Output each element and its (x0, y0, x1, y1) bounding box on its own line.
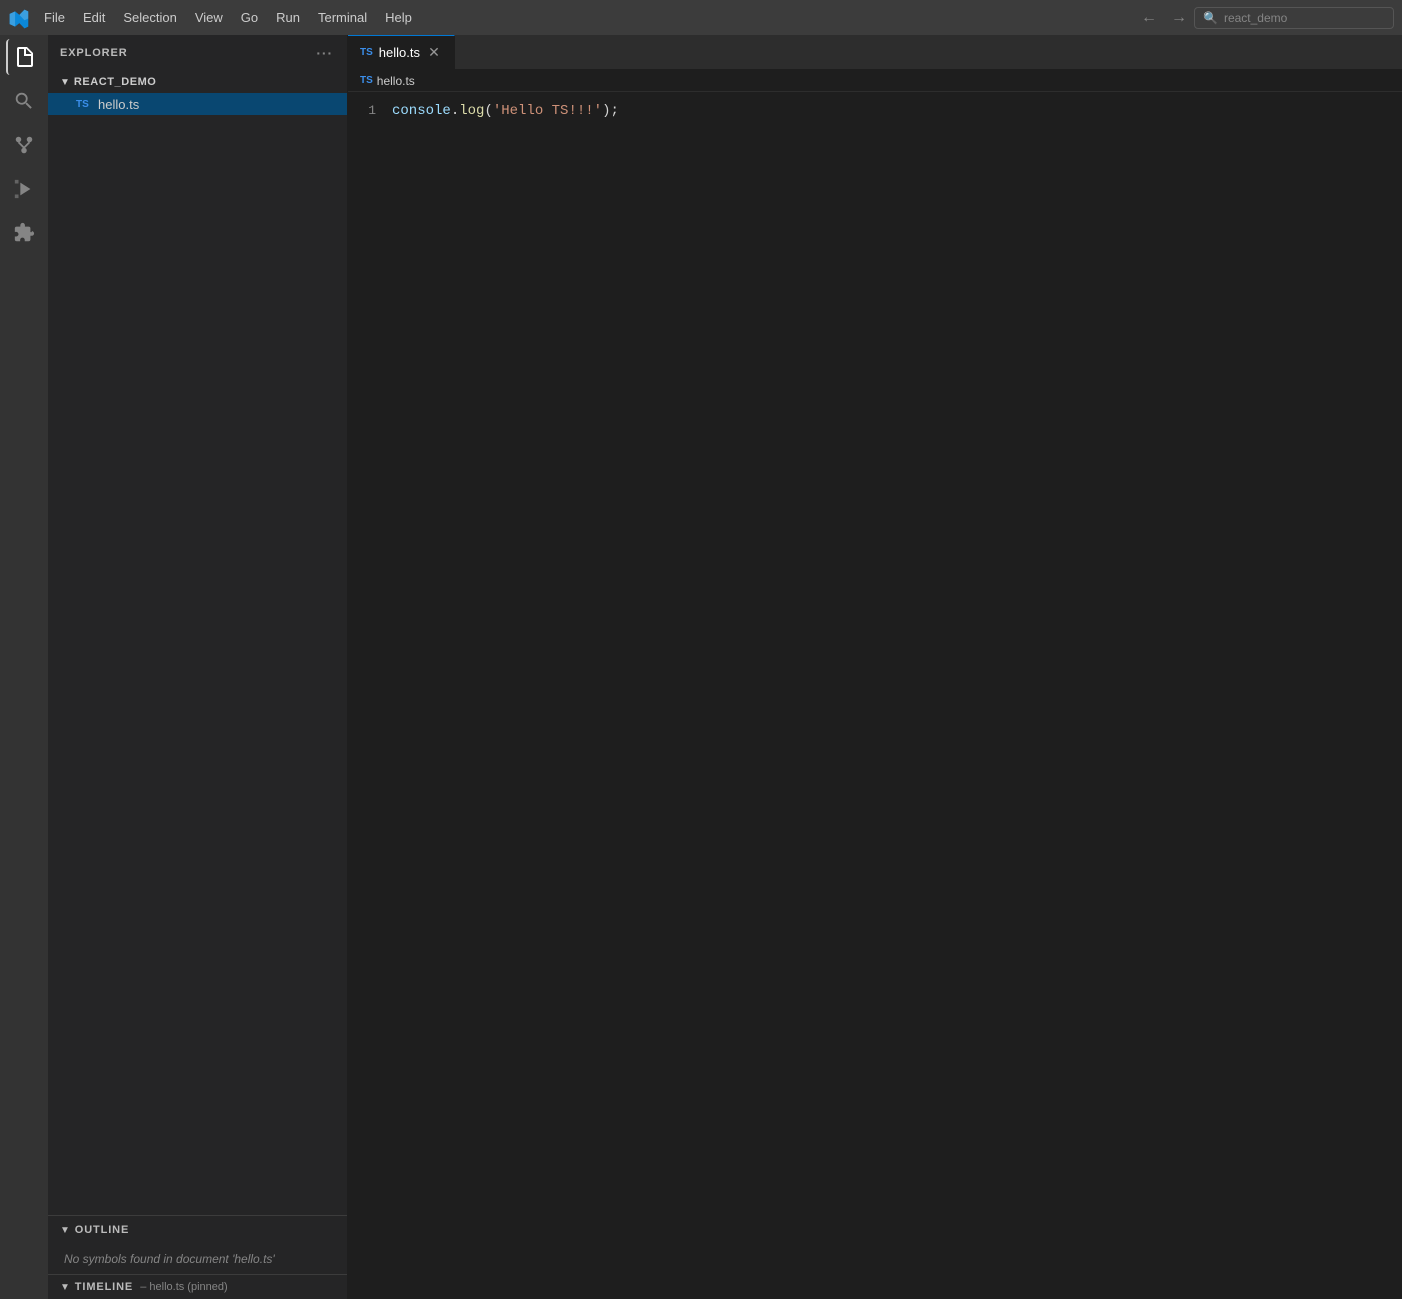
tab-hello-ts-label: hello.ts (379, 45, 420, 60)
breadcrumb-ts-badge: TS (360, 75, 373, 86)
file-tree: ▼ REACT_DEMO TS hello.ts (48, 71, 347, 1215)
file-hello-ts-name: hello.ts (98, 97, 139, 112)
menu-file[interactable]: File (36, 6, 73, 29)
activity-source-control-icon[interactable] (6, 127, 42, 163)
file-hello-ts[interactable]: TS hello.ts (48, 93, 347, 115)
timeline-header[interactable]: ▼ TIMELINE – hello.ts (pinned) (48, 1275, 347, 1299)
ts-file-badge: TS (76, 99, 92, 110)
nav-back-button[interactable]: ← (1136, 7, 1162, 29)
titlebar: File Edit Selection View Go Run Terminal… (0, 0, 1402, 35)
explorer-header-actions: ··· (314, 43, 335, 63)
token-dot: . (451, 103, 459, 119)
outline-empty-message: No symbols found in document 'hello.ts' (48, 1244, 347, 1274)
outline-header: ▼ OUTLINE (48, 1216, 347, 1244)
explorer-title: EXPLORER (60, 47, 128, 59)
token-log: log (459, 103, 484, 119)
breadcrumb-bar: TS hello.ts (348, 70, 1402, 92)
editor-area: TS hello.ts ✕ TS hello.ts 1 console.log(… (348, 35, 1402, 1299)
search-icon: 🔍 (1203, 11, 1218, 25)
project-folder-name: REACT_DEMO (74, 76, 157, 88)
line-number-1: 1 (352, 100, 392, 122)
token-console: console (392, 103, 451, 119)
tab-ts-badge: TS (360, 47, 373, 58)
command-palette[interactable]: 🔍 react_demo (1194, 7, 1394, 29)
nav-buttons: ← → (1136, 7, 1192, 29)
vscode-logo-icon (8, 8, 28, 28)
menu-selection[interactable]: Selection (115, 6, 184, 29)
token-string: 'Hello TS!!!' (493, 103, 602, 119)
menu-view[interactable]: View (187, 6, 231, 29)
activity-bar (0, 35, 48, 1299)
token-paren-open: ( (484, 103, 492, 119)
sidebar: EXPLORER ··· ▼ REACT_DEMO TS hello.ts (48, 35, 348, 1299)
outline-title: OUTLINE (75, 1224, 129, 1236)
menu-help[interactable]: Help (377, 6, 420, 29)
tab-hello-ts[interactable]: TS hello.ts ✕ (348, 35, 455, 69)
timeline-chevron-icon: ▼ (60, 1282, 71, 1293)
timeline-subtitle: – hello.ts (pinned) (133, 1281, 228, 1293)
explorer-more-button[interactable]: ··· (314, 43, 335, 63)
search-placeholder-text: react_demo (1224, 11, 1287, 25)
activity-explorer-icon[interactable] (6, 39, 42, 75)
tab-close-button[interactable]: ✕ (426, 45, 442, 61)
code-content-1: console.log('Hello TS!!!'); (392, 100, 619, 122)
nav-forward-button[interactable]: → (1166, 7, 1192, 29)
explorer-header: EXPLORER ··· (48, 35, 347, 71)
menu-run[interactable]: Run (268, 6, 308, 29)
activity-extensions-icon[interactable] (6, 215, 42, 251)
code-editor[interactable]: 1 console.log('Hello TS!!!'); (348, 92, 1402, 1299)
token-paren-close: ); (602, 103, 619, 119)
timeline-title: TIMELINE (75, 1281, 133, 1293)
breadcrumb-text: hello.ts (377, 74, 415, 88)
activity-run-debug-icon[interactable] (6, 171, 42, 207)
timeline-section: ▼ TIMELINE – hello.ts (pinned) (48, 1274, 347, 1299)
menu-go[interactable]: Go (233, 6, 266, 29)
activity-search-icon[interactable] (6, 83, 42, 119)
outline-section: ▼ OUTLINE No symbols found in document '… (48, 1216, 347, 1274)
tab-bar: TS hello.ts ✕ (348, 35, 1402, 70)
project-folder[interactable]: ▼ REACT_DEMO (48, 71, 347, 93)
outline-chevron-icon: ▼ (60, 1225, 71, 1236)
menu-edit[interactable]: Edit (75, 6, 113, 29)
main-container: EXPLORER ··· ▼ REACT_DEMO TS hello.ts (0, 35, 1402, 1299)
code-line-1: 1 console.log('Hello TS!!!'); (348, 100, 1402, 122)
folder-chevron-icon: ▼ (60, 77, 70, 88)
menu-terminal[interactable]: Terminal (310, 6, 375, 29)
